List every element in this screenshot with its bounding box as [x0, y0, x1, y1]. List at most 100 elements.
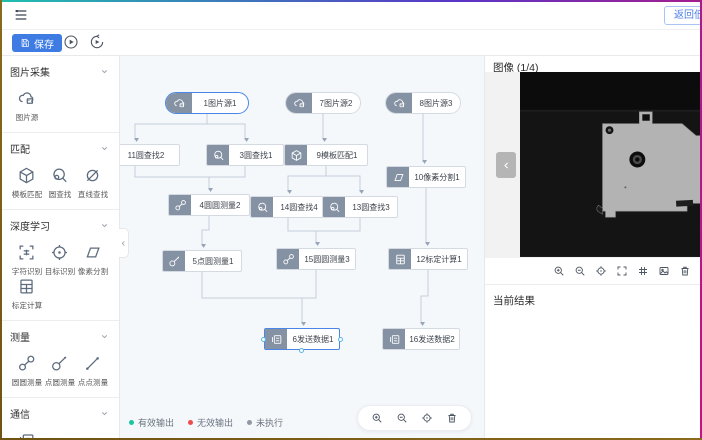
- flow-node-8图片源3[interactable]: 8图片源3: [385, 92, 461, 114]
- flow-node-4圆圆测量2[interactable]: 4圆圆测量2: [168, 194, 250, 216]
- sidebar-item-label: 圆查找: [48, 189, 71, 199]
- sidebar-item-label: 字符识别: [11, 266, 41, 276]
- sidebar-item-device[interactable]: [10, 431, 43, 440]
- chevron-down-icon[interactable]: [100, 67, 109, 76]
- node-label: 6发送数据1: [287, 334, 339, 345]
- node-label: 13圆查找3: [345, 202, 397, 213]
- node-label: 1图片源1: [192, 98, 248, 109]
- sidebar: 图片采集图片源匹配模板匹配圆查找直线查找深度学习字符识别目标识别像素分割标定计算…: [0, 56, 120, 440]
- target-icon: [50, 243, 69, 262]
- camera-image: [520, 72, 702, 257]
- legend-label: 未执行: [256, 416, 283, 429]
- run-loop-button[interactable]: [88, 34, 106, 52]
- flow-node-14圆查找4[interactable]: 14圆查找4: [250, 196, 326, 218]
- right-panel: 图像 (1/4) 当前结果: [484, 56, 702, 440]
- flow-canvas[interactable]: 1图片源1 7图片源2 8图片源3 11圆查找2 3圆查找19模板匹配1 10像素分割1 4…: [120, 56, 484, 440]
- sidebar-item-点点测量[interactable]: 点点测量: [76, 354, 109, 388]
- flow-edge: [326, 176, 360, 192]
- chevron-down-icon[interactable]: [100, 221, 109, 230]
- flow-node-1图片源1[interactable]: 1图片源1: [165, 92, 249, 114]
- sidebar-item-圆圆测量[interactable]: 圆圆测量: [10, 354, 43, 388]
- measure-cc-icon: [277, 249, 299, 269]
- grid-icon[interactable]: [637, 265, 649, 277]
- flow-edge: [135, 166, 209, 190]
- zoom-in-icon[interactable]: [371, 412, 383, 424]
- back-to-lowcode-button[interactable]: 返回低代: [664, 6, 702, 25]
- chevron-down-icon[interactable]: [100, 144, 109, 153]
- save-button[interactable]: 保存: [12, 34, 62, 52]
- sidebar-item-目标识别[interactable]: 目标识别: [43, 243, 76, 277]
- legend-dot: [188, 420, 193, 425]
- sidebar-item-圆查找[interactable]: 圆查找: [43, 166, 76, 200]
- zoom-in-icon[interactable]: [553, 265, 565, 277]
- fullscreen-icon[interactable]: [616, 265, 628, 277]
- measure-pc-icon: [50, 354, 69, 373]
- flow-node-5点圆测量1[interactable]: 5点圆测量1: [162, 250, 242, 272]
- menu-icon[interactable]: [12, 7, 30, 23]
- flow-node-9模板匹配1[interactable]: 9模板匹配1: [284, 144, 368, 166]
- ocr-icon: [17, 243, 36, 262]
- flow-node-6发送数据1[interactable]: 6发送数据1: [264, 328, 340, 350]
- chevron-down-icon[interactable]: [100, 409, 109, 418]
- flow-node-3圆查找1[interactable]: 3圆查找1: [206, 144, 284, 166]
- section-title: 匹配: [10, 141, 30, 156]
- zoom-out-icon[interactable]: [396, 412, 408, 424]
- flow-edge: [288, 218, 316, 244]
- sidebar-item-label: 点点测量: [77, 377, 107, 387]
- sidebar-item-图片源[interactable]: 图片源: [10, 89, 43, 123]
- zoom-out-icon[interactable]: [574, 265, 586, 277]
- image-icon[interactable]: [658, 265, 670, 277]
- legend-dot: [129, 420, 134, 425]
- prev-image-button[interactable]: [496, 152, 516, 178]
- circle-search-icon: [207, 145, 229, 165]
- chevron-left-icon: [502, 161, 511, 170]
- sidebar-item-label: 目标识别: [44, 266, 74, 276]
- crosshair-icon[interactable]: [595, 265, 607, 277]
- flow-edge: [421, 270, 428, 324]
- trash-icon[interactable]: [679, 265, 691, 277]
- trash-icon[interactable]: [446, 412, 458, 424]
- run-button[interactable]: [62, 34, 80, 52]
- flow-edge: [202, 216, 209, 246]
- sidebar-section: 测量圆圆测量点圆测量点点测量: [0, 321, 119, 398]
- save-button-label: 保存: [34, 36, 54, 51]
- node-handle[interactable]: [299, 348, 304, 353]
- sidebar-item-字符识别[interactable]: 字符识别: [10, 243, 43, 277]
- flow-node-13圆查找3[interactable]: 13圆查找3: [322, 196, 398, 218]
- flow-edge: [316, 218, 360, 231]
- crosshair-icon[interactable]: [421, 412, 433, 424]
- node-handle[interactable]: [338, 337, 343, 342]
- flow-node-16发送数据2[interactable]: 16发送数据2: [382, 328, 460, 350]
- node-handle[interactable]: [261, 337, 266, 342]
- flow-node-7图片源2[interactable]: 7图片源2: [285, 92, 361, 114]
- sidebar-item-直线查找[interactable]: 直线查找: [76, 166, 109, 200]
- flow-node-11圆查找2[interactable]: 11圆查找2: [120, 144, 180, 166]
- flow-edge: [302, 270, 316, 298]
- sidebar-collapse-tab[interactable]: [119, 228, 129, 258]
- flow-edge: [202, 272, 302, 324]
- result-panel-title: 当前结果: [485, 285, 702, 316]
- sidebar-item-点圆测量[interactable]: 点圆测量: [43, 354, 76, 388]
- legend-item: 未执行: [247, 416, 283, 429]
- measure-pc-icon: [163, 251, 185, 271]
- sidebar-section: 深度学习字符识别目标识别像素分割标定计算: [0, 210, 119, 321]
- flow-node-12标定计算1[interactable]: 12标定计算1: [388, 248, 468, 270]
- flow-node-10像素分割1[interactable]: 10像素分割1: [386, 166, 466, 188]
- legend-item: 无效输出: [188, 416, 233, 429]
- chevron-down-icon[interactable]: [100, 332, 109, 341]
- node-label: 3圆查找1: [229, 150, 283, 161]
- sidebar-item-label: 模板匹配: [11, 189, 41, 199]
- node-label: 5点圆测量1: [185, 256, 241, 267]
- cloud-icon: [17, 89, 36, 108]
- node-label: 15圆圆测量3: [299, 254, 355, 265]
- node-label: 10像素分割1: [409, 172, 465, 183]
- flow-node-15圆圆测量3[interactable]: 15圆圆测量3: [276, 248, 356, 270]
- sidebar-item-像素分割[interactable]: 像素分割: [76, 243, 109, 277]
- section-title: 通信: [10, 406, 30, 421]
- sidebar-item-模板匹配[interactable]: 模板匹配: [10, 166, 43, 200]
- device-icon: [17, 431, 36, 440]
- legend-label: 有效输出: [138, 416, 174, 429]
- sidebar-item-标定计算[interactable]: 标定计算: [10, 277, 43, 311]
- cube-icon: [17, 166, 36, 185]
- doc-icon: [17, 277, 36, 296]
